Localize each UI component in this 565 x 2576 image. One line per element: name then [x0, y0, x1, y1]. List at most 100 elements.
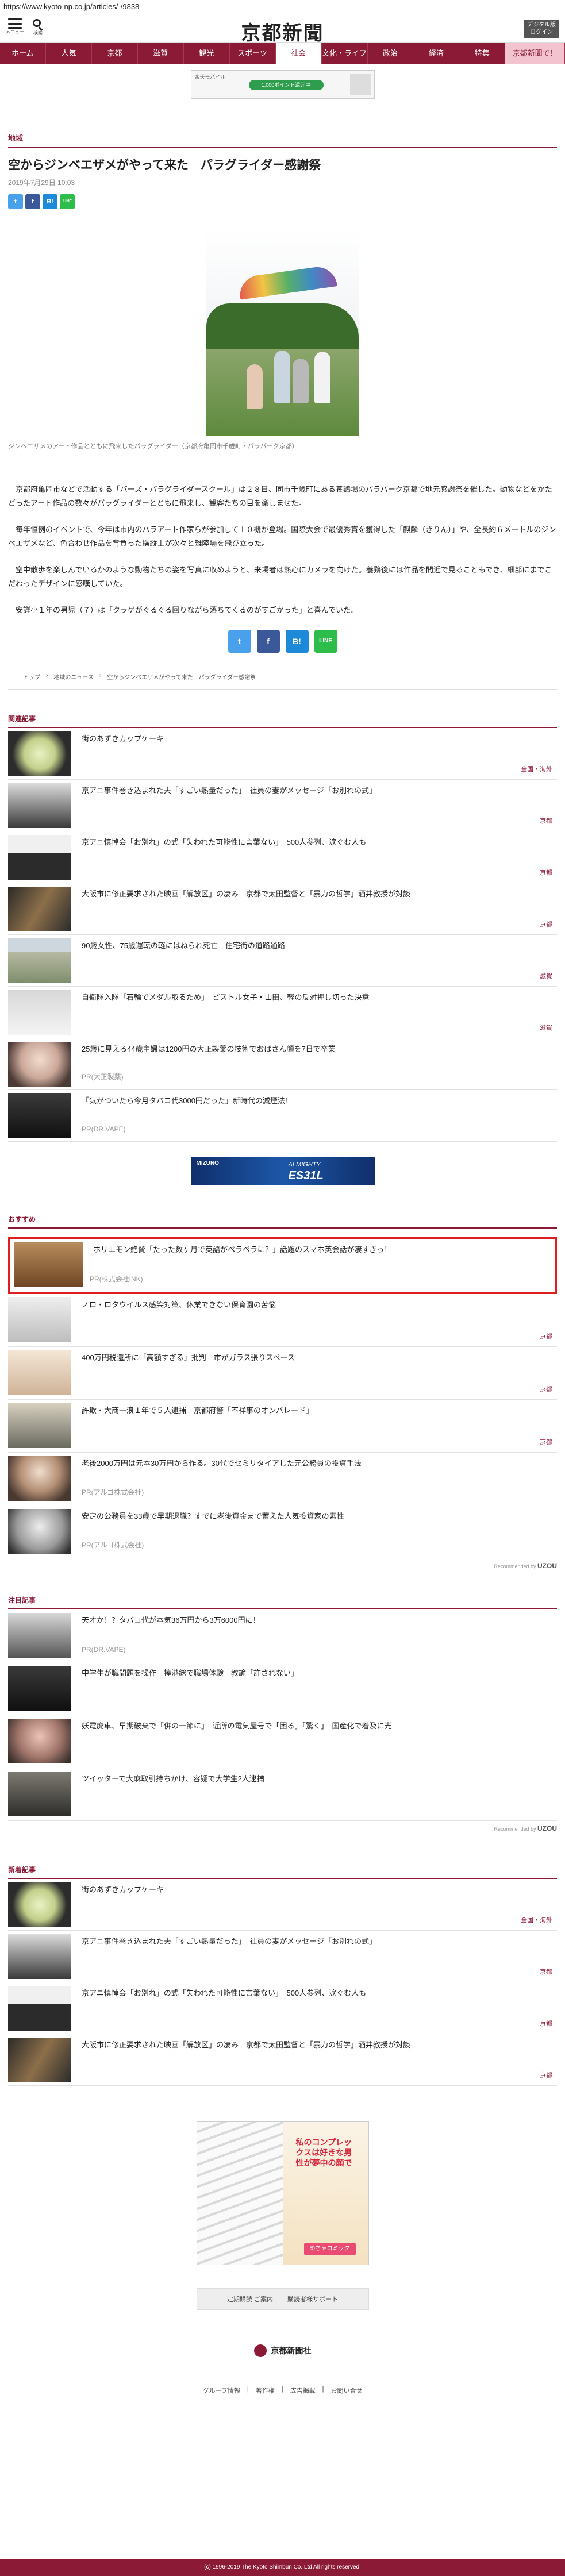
breadcrumb-item[interactable]: 地域のニュース: [53, 672, 94, 681]
list-item[interactable]: 京アニ慎悼会「お別れ」の式「失われた可能性に言葉ない」 500人参列、涙ぐむ人も…: [8, 1982, 557, 2034]
category-tag: 京都: [540, 1439, 552, 1446]
list-item-title: 「気がついたら今月タバコ代3000円だった」新時代の減煙法！: [82, 1096, 293, 1105]
footer-link[interactable]: 広告掲載: [290, 2386, 316, 2395]
sponsored-item[interactable]: 25歳に見える44歳主婦は1200円の大正製薬の技術でおばさん顔を7日で卒業 P…: [8, 1038, 557, 1090]
list-item[interactable]: 街のあずきカップケーキ 全国・海外: [8, 728, 557, 780]
nav-home[interactable]: ホーム: [0, 43, 46, 64]
sponsored-item[interactable]: 安定の公務員を33歳で早期退職？すでに老後資金まで蓄えた人気投資家の素性 PR(…: [8, 1505, 557, 1558]
nav-feature[interactable]: 特集: [459, 43, 506, 64]
list-item[interactable]: 大阪市に修正要求された映画「解放区」の凄み 京都で太田監督と「暴力の哲学」酒井教…: [8, 2034, 557, 2086]
recommended-by[interactable]: Recommended by UZOU: [8, 1562, 557, 1570]
related-title: 関連記事: [8, 714, 557, 728]
twitter-share-button[interactable]: t: [8, 194, 23, 209]
list-item[interactable]: 妖電廃車、早期破棄で「併の一節に」 近所の電気屋号で「困る」「驚く」 国産化で着…: [8, 1715, 557, 1768]
nav-popular[interactable]: 人気: [46, 43, 92, 64]
share-buttons-bottom: t f B! LINE: [8, 630, 557, 653]
photo-trees: [206, 303, 359, 349]
facebook-share-button[interactable]: f: [256, 630, 280, 653]
top-ad-banner[interactable]: 楽天モバイル 1,000ポイント還元中: [190, 70, 375, 99]
article-paragraph: 京都府亀岡市などで活動する「バーズ・パラグライダースクール」は２８日、同市千歳町…: [8, 485, 552, 507]
category-tag: 京都: [540, 869, 552, 876]
article-thumbnail: [8, 1613, 71, 1658]
list-item-title: ホリエモン絶賛「たった数ヶ月で英語がペラペラに？」話題のスマホ英会話が凄すぎっ！: [93, 1245, 392, 1254]
divider: [8, 689, 557, 690]
breadcrumb: トップ › 地域のニュース › 空からジンベエザメがやって来た パラグライダー感…: [8, 672, 557, 681]
list-item[interactable]: 街のあずきカップケーキ 全国・海外: [8, 1879, 557, 1931]
footer-logo-text: 京都新聞社: [271, 2347, 312, 2356]
category-tag: 京都: [540, 921, 552, 928]
list-item-title: 京アニ事件巻き込まれた夫「すごい熱量だった」 社員の妻がメッセージ「お別れの式」: [82, 786, 376, 795]
category-tag: 京都: [540, 1969, 552, 1976]
list-item[interactable]: 400万円税還所に「高額すぎる」批判 市がガラス張りスペース 京都: [8, 1347, 557, 1400]
hatena-share-button[interactable]: B!: [43, 194, 57, 209]
nav-tourism[interactable]: 観光: [184, 43, 230, 64]
list-item-title: 安定の公務員を33歳で早期退職？すでに老後資金まで蓄えた人気投資家の素性: [82, 1512, 344, 1520]
facebook-share-button[interactable]: f: [25, 194, 40, 209]
nav-shiga[interactable]: 滋賀: [138, 43, 184, 64]
category-tag: 滋賀: [540, 973, 552, 980]
nav-society[interactable]: 社会: [275, 43, 322, 64]
list-item[interactable]: 京アニ事件巻き込まれた夫「すごい熱量だった」 社員の妻がメッセージ「お別れの式」…: [8, 780, 557, 831]
nav-sports[interactable]: スポーツ: [230, 43, 276, 64]
footer-link[interactable]: グループ情報: [203, 2386, 240, 2395]
article-paragraph: 毎年恒例のイベントで、今年は市内のパラアート作家らが参加して１０機が登場。国際大…: [8, 525, 556, 548]
list-item[interactable]: 許欺・大商一浪１年で５人逮捕 京都府警「不祥事のオンパレード」 京都: [8, 1400, 557, 1453]
nav-kyoto[interactable]: 京都: [92, 43, 138, 64]
list-item[interactable]: 京アニ事件巻き込まれた夫「すごい熱量だった」 社員の妻がメッセージ「お別れの式」…: [8, 1931, 557, 1982]
masthead: メニュー 検索 京都新聞 デジタル版 ログイン: [0, 14, 565, 45]
breadcrumb-item[interactable]: トップ: [23, 672, 40, 681]
list-item[interactable]: 90歳女性、75歳運転の軽にはねられ死亡 住宅街の道路通路 滋賀: [8, 935, 557, 987]
hatena-share-button[interactable]: B!: [285, 630, 309, 653]
article-thumbnail: [8, 731, 71, 776]
list-item-title: 中学生が職問題を操作 捧港総で職場体験 教諭「許されない」: [82, 1669, 299, 1677]
sponsored-item[interactable]: 天才か！？タバコ代が本気36万円から3万6000円に！ PR(DR.VAPE): [8, 1609, 557, 1662]
subscription-link[interactable]: 定期購読 ご案内 | 購読者様サポート: [196, 2288, 369, 2310]
article-thumbnail: [8, 1882, 71, 1927]
url-bar[interactable]: https://www.kyoto-np.co.jp/articles/-/98…: [0, 0, 565, 14]
recommended-by[interactable]: Recommended by UZOU: [8, 1824, 557, 1832]
footer-link[interactable]: お問い合せ: [330, 2386, 362, 2395]
list-item-title: 京アニ事件巻き込まれた夫「すごい熱量だった」 社員の妻がメッセージ「お別れの式」: [82, 1937, 376, 1946]
line-share-button[interactable]: LINE: [314, 630, 337, 653]
company-mark-icon: [253, 2344, 267, 2357]
article-thumbnail: [8, 1719, 71, 1763]
share-buttons-top: t f B! LINE: [8, 194, 557, 209]
digital-login-button[interactable]: デジタル版 ログイン: [524, 20, 559, 38]
article-thumbnail: [8, 1297, 71, 1342]
site-logo[interactable]: 京都新聞: [0, 17, 565, 45]
article-thumbnail: [8, 1666, 71, 1711]
twitter-share-button[interactable]: t: [228, 630, 251, 653]
article-thumbnail: [8, 1456, 71, 1501]
footer-link[interactable]: 著作権: [256, 2386, 275, 2395]
list-item[interactable]: 京アニ慎悼会「お別れ」の式「失われた可能性に言葉ない」 500人参列、涙ぐむ人も…: [8, 831, 557, 883]
section-label: 地域: [8, 132, 557, 148]
list-item[interactable]: ノロ・ロタウイルス感染対策、休業できない保育園の苦悩 京都: [8, 1294, 557, 1347]
nav-economy[interactable]: 経済: [413, 43, 460, 64]
sponsored-item[interactable]: 老後2000万円は元本30万円から作る。30代でセミリタイアした元公務員の投資手…: [8, 1453, 557, 1505]
nav-kyoto-np[interactable]: 京都新聞で！: [505, 43, 565, 64]
list-item[interactable]: ツイッターで大麻取引持ちかけ、容疑で大学生2人逮捕: [8, 1768, 557, 1821]
uzou-logo: UZOU: [537, 1824, 557, 1832]
line-share-button[interactable]: LINE: [60, 194, 75, 209]
sponsored-item[interactable]: ホリエモン絶賛「たった数ヶ月で英語がペラペラに？」話題のスマホ英会話が凄すぎっ！…: [8, 1237, 557, 1294]
list-item[interactable]: 自衛隊入隊「石輪でメダル取るため」 ピストル女子・山田、軽の反対押し切った決意 …: [8, 987, 557, 1038]
list-item-title: 老後2000万円は元本30万円から作る。30代でセミリタイアした元公務員の投資手…: [82, 1459, 362, 1468]
uzou-logo: UZOU: [537, 1562, 557, 1570]
list-item[interactable]: 中学生が職問題を操作 捧港総で職場体験 教諭「許されない」: [8, 1662, 557, 1715]
recommended-by-text: Recommended by: [494, 1826, 536, 1832]
mizuno-ad-banner[interactable]: MIZUNO ALMIGHTY ES31L: [190, 1157, 375, 1185]
list-item[interactable]: 大阪市に修正要求された映画「解放区」の凄み 京都で太田監督と「暴力の哲学」酒井教…: [8, 883, 557, 935]
list-item-title: 25歳に見える44歳主婦は1200円の大正製薬の技術でおばさん顔を7日で卒業: [82, 1045, 336, 1053]
footer-link-separator: |: [281, 2386, 283, 2393]
list-item-title: 街のあずきカップケーキ: [82, 1885, 164, 1894]
sponsored-item[interactable]: 「気がついたら今月タバコ代3000円だった」新時代の減煙法！ PR(DR.VAP…: [8, 1090, 557, 1142]
list-item-title: 天才か！？タバコ代が本気36万円から3万6000円に！: [82, 1616, 260, 1624]
article-thumbnail: [8, 835, 71, 880]
manga-ad-banner[interactable]: 私のコンプレックスは好きな男性が夢中の顔で めちゃコミック: [196, 2121, 369, 2265]
category-tag: 京都: [540, 2072, 552, 2079]
main-content: 地域 空からジンベエザメがやって来た パラグライダー感謝祭 2019年7月29日…: [0, 132, 565, 2395]
nav-culture[interactable]: 文化・ライフ: [322, 43, 368, 64]
nav-politics[interactable]: 政治: [368, 43, 414, 64]
footer-logo[interactable]: 京都新聞社: [8, 2344, 557, 2357]
article-photo: [206, 229, 359, 436]
